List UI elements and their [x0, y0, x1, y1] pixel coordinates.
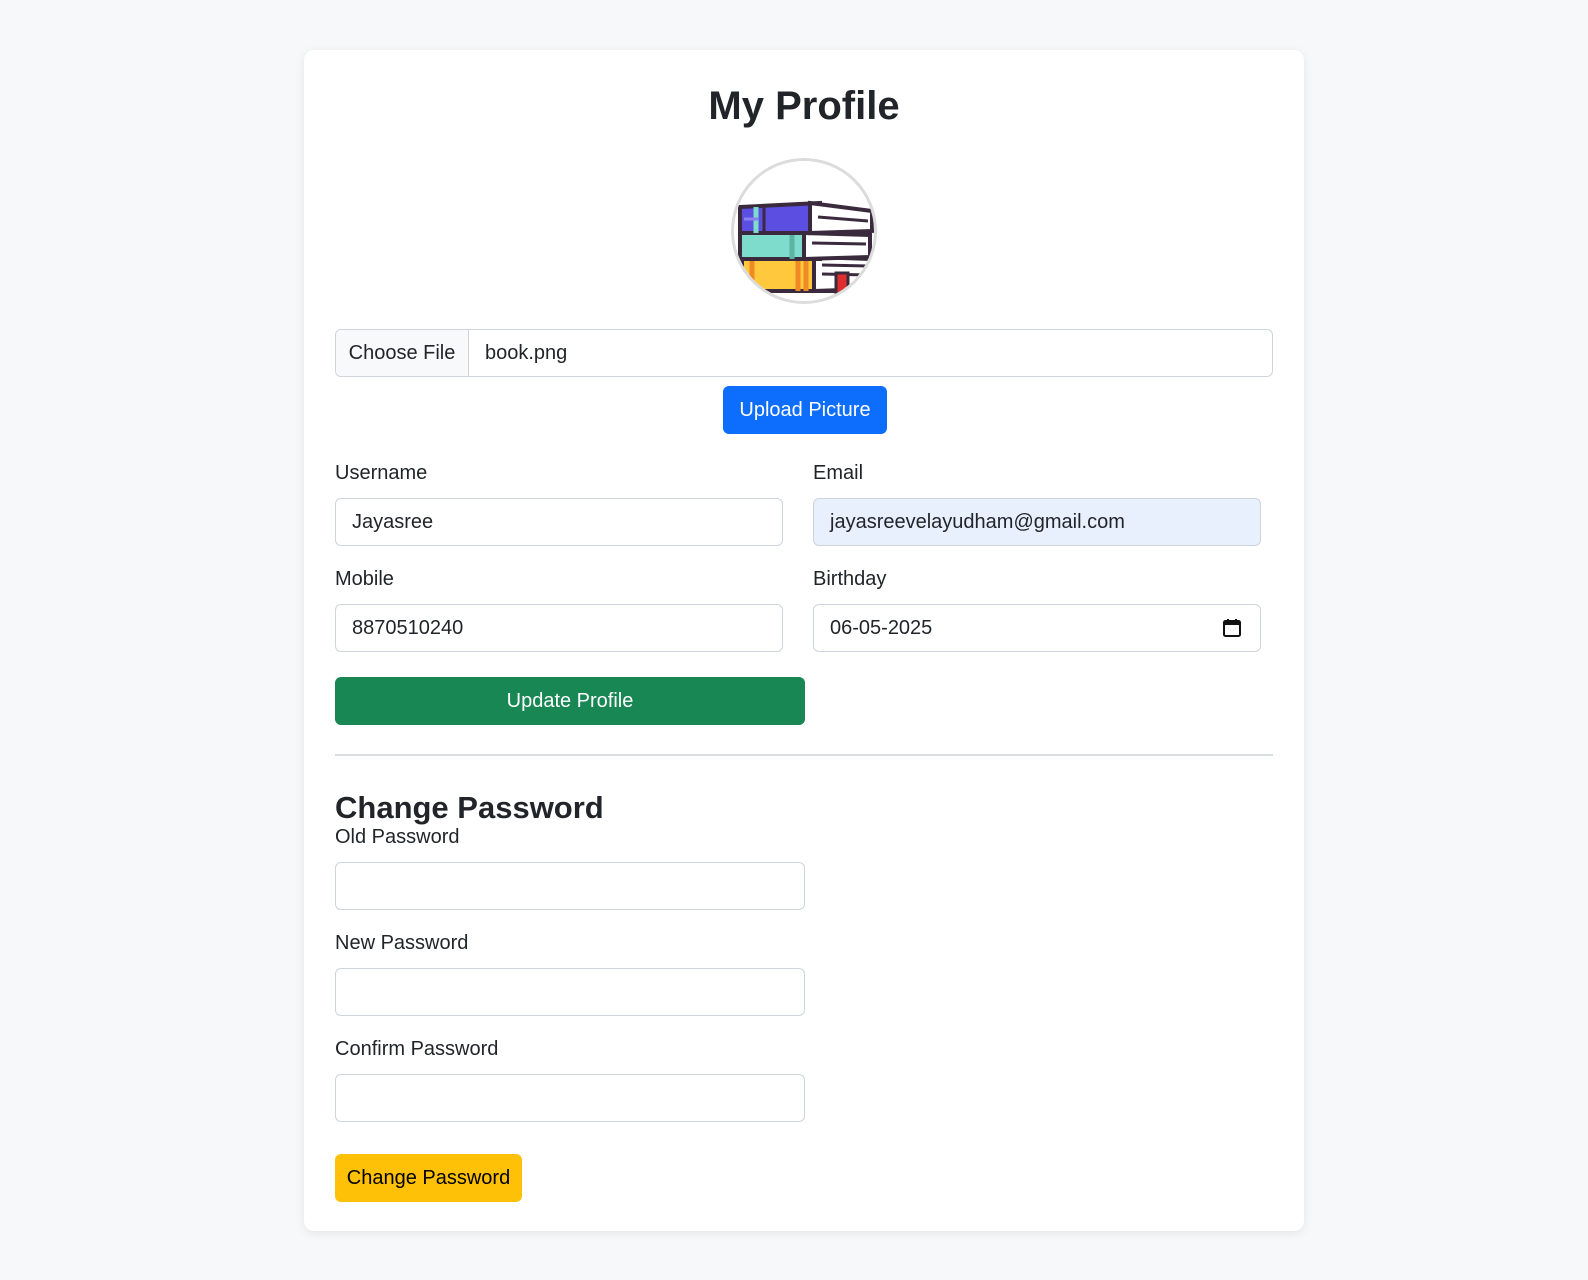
username-input[interactable]: Jayasree: [335, 498, 783, 546]
confirm-password-label: Confirm Password: [335, 1038, 499, 1060]
section-divider: [335, 754, 1273, 756]
old-password-input[interactable]: [335, 862, 805, 910]
birthday-input[interactable]: 06-05-2025: [813, 604, 1261, 652]
avatar: [731, 158, 877, 304]
selected-file-name: book.png: [485, 341, 568, 364]
file-input[interactable]: Choose File book.png: [335, 329, 1273, 377]
email-input[interactable]: jayasreevelayudham@gmail.com: [813, 498, 1261, 546]
old-password-label: Old Password: [335, 826, 460, 848]
page-title: My Profile: [708, 84, 900, 128]
update-profile-button[interactable]: Update Profile: [335, 677, 805, 725]
mobile-label: Mobile: [335, 568, 394, 590]
mobile-input[interactable]: 8870510240: [335, 604, 783, 652]
birthday-value: 06-05-2025: [830, 616, 933, 639]
choose-file-button[interactable]: Choose File: [336, 330, 469, 376]
new-password-input[interactable]: [335, 968, 805, 1016]
profile-card: My Profile Choose File book.png Upload P…: [304, 50, 1304, 1231]
username-label: Username: [335, 462, 428, 484]
upload-picture-button[interactable]: Upload Picture: [723, 386, 887, 434]
calendar-icon[interactable]: [1222, 618, 1242, 638]
email-label: Email: [813, 462, 864, 484]
birthday-label: Birthday: [813, 568, 887, 590]
change-password-button[interactable]: Change Password: [335, 1154, 522, 1202]
confirm-password-input[interactable]: [335, 1074, 805, 1122]
book-stack-icon: [738, 200, 874, 297]
new-password-label: New Password: [335, 932, 469, 954]
change-password-heading: Change Password: [335, 790, 604, 825]
